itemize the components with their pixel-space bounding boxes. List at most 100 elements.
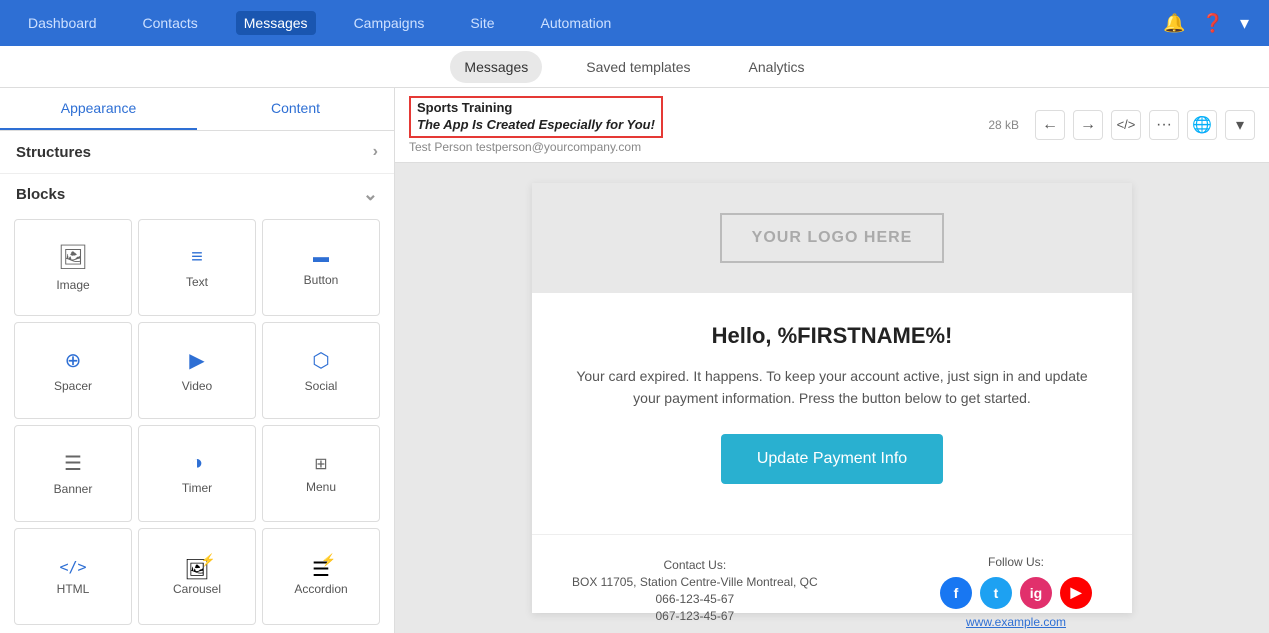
block-carousel[interactable]: 🖼⚡ Carousel [138,528,256,625]
video-icon: ▶ [189,348,204,373]
nav-automation[interactable]: Automation [533,11,620,35]
block-carousel-label: Carousel [173,582,221,596]
block-spacer-label: Spacer [54,379,92,393]
email-content-section: Hello, %FIRSTNAME%! Your card expired. I… [532,293,1132,534]
user-dropdown-icon[interactable]: ▾ [1240,13,1249,34]
youtube-icon[interactable]: ▶ [1060,577,1092,609]
carousel-icon: 🖼⚡ [184,557,209,582]
nav-contacts[interactable]: Contacts [135,11,206,35]
email-body-text: Your card expired. It happens. To keep y… [572,365,1092,410]
subnav-messages[interactable]: Messages [450,51,542,83]
html-icon: </> [59,558,86,576]
code-btn[interactable]: </> [1111,110,1141,140]
right-content: Sports Training The App Is Created Espec… [395,88,1269,633]
blocks-grid: 🖼 Image ≡ Text ▬ Button ⊕ Spacer ▶ Video… [0,211,394,633]
more-btn[interactable]: ··· [1149,110,1179,140]
block-text-label: Text [186,275,208,289]
nav-messages[interactable]: Messages [236,11,316,35]
block-button[interactable]: ▬ Button [262,219,380,316]
help-icon[interactable]: ❓ [1202,13,1224,34]
email-body: YOUR LOGO HERE Hello, %FIRSTNAME%! Your … [532,183,1132,613]
forward-btn[interactable]: → [1073,110,1103,140]
block-banner-label: Banner [54,482,93,496]
tab-content[interactable]: Content [197,88,394,130]
top-nav-actions: 🔔 ❓ ▾ [1163,13,1249,34]
block-image[interactable]: 🖼 Image [14,219,132,316]
structures-label: Structures [16,144,91,161]
top-nav-links: Dashboard Contacts Messages Campaigns Si… [20,11,619,35]
subnav-saved-templates[interactable]: Saved templates [572,51,704,83]
block-image-label: Image [56,278,89,292]
contact-phone1: 066-123-45-67 [572,592,818,606]
sidebar-tabs: Appearance Content [0,88,394,131]
footer-contact: Contact Us: BOX 11705, Station Centre-Vi… [572,555,818,626]
block-html-label: HTML [57,582,90,596]
block-text[interactable]: ≡ Text [138,219,256,316]
block-video-label: Video [182,379,212,393]
email-subject-title: Sports Training [417,100,512,115]
globe-btn[interactable]: 🌐 [1187,110,1217,140]
toolbar: Sports Training The App Is Created Espec… [395,88,1269,163]
blocks-label: Blocks [16,186,65,203]
nav-dashboard[interactable]: Dashboard [20,11,105,35]
email-greeting: Hello, %FIRSTNAME%! [572,323,1092,349]
logo-placeholder: YOUR LOGO HERE [720,213,945,263]
website-link[interactable]: www.example.com [940,615,1092,629]
social-icons: f t ig ▶ [940,577,1092,609]
banner-icon: ☰ [64,451,82,476]
email-preview: YOUR LOGO HERE Hello, %FIRSTNAME%! Your … [395,163,1269,633]
block-html[interactable]: </> HTML [14,528,132,625]
facebook-icon[interactable]: f [940,577,972,609]
block-banner[interactable]: ☰ Banner [14,425,132,522]
block-video[interactable]: ▶ Video [138,322,256,419]
accordion-icon: ☰⚡ [312,557,330,582]
block-accordion-label: Accordion [294,582,347,596]
file-size: 28 kB [988,118,1019,132]
image-icon: 🖼 [58,243,88,272]
bell-icon[interactable]: 🔔 [1163,13,1185,34]
blocks-chevron-icon[interactable]: ⌄ [363,184,378,205]
contact-phone2: 067-123-45-67 [572,609,818,623]
menu-icon: ⊞ [314,454,327,474]
social-icon: ⬡ [312,348,329,373]
email-logo-area: YOUR LOGO HERE [532,183,1132,293]
left-sidebar: Appearance Content Structures › Blocks ⌄… [0,88,395,633]
twitter-icon[interactable]: t [980,577,1012,609]
update-payment-button[interactable]: Update Payment Info [721,434,943,484]
block-timer-label: Timer [182,481,212,495]
sub-nav: Messages Saved templates Analytics [0,46,1269,88]
follow-title: Follow Us: [940,555,1092,569]
footer-follow: Follow Us: f t ig ▶ www.example.com [940,555,1092,629]
toolbar-actions: 28 kB ← → </> ··· 🌐 ▾ [988,110,1255,140]
contact-title: Contact Us: [572,558,818,572]
contact-address: BOX 11705, Station Centre-Ville Montreal… [572,575,818,589]
block-accordion[interactable]: ☰⚡ Accordion [262,528,380,625]
email-footer: Contact Us: BOX 11705, Station Centre-Vi… [532,534,1132,633]
block-social[interactable]: ⬡ Social [262,322,380,419]
email-recipient: Test Person testperson@yourcompany.com [409,140,641,154]
block-menu[interactable]: ⊞ Menu [262,425,380,522]
subnav-analytics[interactable]: Analytics [735,51,819,83]
tab-appearance[interactable]: Appearance [0,88,197,130]
block-spacer[interactable]: ⊕ Spacer [14,322,132,419]
blocks-header: Blocks ⌄ [0,174,394,211]
main-layout: Appearance Content Structures › Blocks ⌄… [0,88,1269,633]
text-icon: ≡ [191,246,203,269]
email-subject-box: Sports Training The App Is Created Espec… [409,96,663,138]
top-nav: Dashboard Contacts Messages Campaigns Si… [0,0,1269,46]
button-icon: ▬ [313,249,329,267]
nav-campaigns[interactable]: Campaigns [346,11,433,35]
block-social-label: Social [305,379,338,393]
structures-arrow-icon: › [373,143,378,161]
nav-site[interactable]: Site [462,11,502,35]
block-timer[interactable]: ◑ Timer [138,425,256,522]
structures-section[interactable]: Structures › [0,131,394,174]
toolbar-email-info: Sports Training The App Is Created Espec… [409,96,978,154]
block-button-label: Button [304,273,339,287]
spacer-icon: ⊕ [65,348,82,373]
email-subject-subtitle: The App Is Created Especially for You! [417,117,655,132]
back-btn[interactable]: ← [1035,110,1065,140]
instagram-icon[interactable]: ig [1020,577,1052,609]
expand-btn[interactable]: ▾ [1225,110,1255,140]
timer-icon: ◑ [191,452,203,475]
